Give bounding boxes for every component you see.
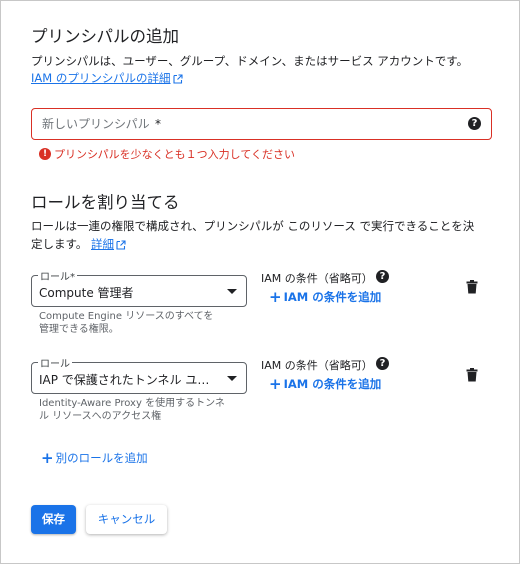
cancel-button[interactable]: キャンセル <box>86 505 167 534</box>
trash-icon[interactable] <box>466 367 478 386</box>
role-select-1[interactable]: ロール* Compute 管理者 <box>31 268 247 307</box>
role-1-add-condition-button[interactable]: + IAM の条件を追加 <box>269 288 381 306</box>
open-in-new-icon[interactable] <box>172 71 183 89</box>
error-icon: ! <box>39 148 51 160</box>
roles-description-line1: ロールは一連の権限で構成され、プリンシパルが このリソース で実行できることを決 <box>31 219 475 233</box>
help-icon[interactable]: ? <box>468 117 481 130</box>
add-principals-panel: プリンシパルの追加 プリンシパルは、ユーザー、グループ、ドメイン、またはサービス… <box>0 0 520 564</box>
save-button[interactable]: 保存 <box>31 505 76 534</box>
plus-icon: + <box>41 449 54 467</box>
principal-error-message: ! プリンシパルを少なくとも１つ入力してください <box>39 146 295 162</box>
role-select-value: IAP で保護されたトンネル ユーザー <box>39 373 214 387</box>
principal-error-text: プリンシパルを少なくとも１つ入力してください <box>54 148 296 161</box>
role-2-condition-title: IAM の条件（省略可） <box>261 359 373 372</box>
role-select-value: Compute 管理者 <box>39 286 134 300</box>
roles-description-line2: 定します。 <box>31 237 88 251</box>
roles-description-line2-row: 定します。 詳細 <box>31 235 126 255</box>
role-1-hint-line1: Compute Engine リソースのすべてを <box>39 311 214 322</box>
plus-icon: + <box>269 288 282 306</box>
new-principal-field[interactable]: * ? <box>31 108 492 140</box>
role-2-hint-line2: ル リソースへのアクセス権 <box>39 411 162 422</box>
role-select-2[interactable]: ロール IAP で保護されたトンネル ユーザー <box>31 355 247 394</box>
required-mark: * <box>155 117 161 131</box>
dropdown-arrow-icon <box>227 376 237 381</box>
open-in-new-icon[interactable] <box>116 237 126 255</box>
role-select-label: ロール* <box>38 268 77 283</box>
roles-details-link[interactable]: 詳細 <box>91 237 114 251</box>
dropdown-arrow-icon <box>227 289 237 294</box>
role-1-hint-line2: 管理できる権限。 <box>39 324 119 335</box>
roles-title: ロールを割り当てる <box>31 193 180 212</box>
help-icon[interactable]: ? <box>376 270 389 283</box>
principals-description: プリンシパルは、ユーザー、グループ、ドメイン、またはサービス アカウントです。 <box>31 54 469 68</box>
role-2-add-condition-button[interactable]: + IAM の条件を追加 <box>269 375 381 393</box>
help-icon[interactable]: ? <box>376 357 389 370</box>
principals-details-link[interactable]: IAM のプリンシパルの詳細 <box>31 71 171 85</box>
role-2-hint-line1: Identity-Aware Proxy を使用するトンネ <box>39 398 225 409</box>
role-select-label: ロール <box>38 355 72 370</box>
role-1-condition-title: IAM の条件（省略可） <box>261 272 373 285</box>
principals-details-link-row: IAM のプリンシパルの詳細 <box>31 69 183 89</box>
new-principal-input[interactable] <box>40 109 460 138</box>
principals-title: プリンシパルの追加 <box>31 27 180 46</box>
trash-icon[interactable] <box>466 279 478 298</box>
plus-icon: + <box>269 375 282 393</box>
add-another-role-button[interactable]: + 別のロールを追加 <box>41 449 148 467</box>
